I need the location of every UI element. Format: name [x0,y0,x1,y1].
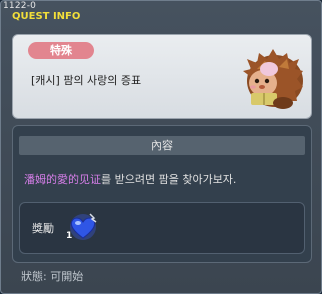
reward-box: 獎勵 1 [19,202,305,254]
content-panel: 內容 潘姆的愛的见证를 받으려면 팜을 찾아가보자. 獎勵 1 [12,125,312,263]
highlight-text: 潘姆的愛的见证 [24,173,101,186]
quest-info-window: 1122-0 QUEST INFO 特殊 [캐시] 팜의 사랑의 증표 內容 潘… [0,0,322,294]
hedgehog-npc-icon [243,49,303,109]
quest-name: [캐시] 팜의 사랑의 증표 [31,74,142,87]
category-badge: 特殊 [28,42,94,59]
quest-description: 潘姆的愛的见证를 받으려면 팜을 찾아가보자. [24,171,236,187]
quest-id: 1122-0 [3,1,37,11]
description-text: 를 받으려면 팜을 찾아가보자. [101,173,237,186]
content-header: 內容 [19,136,305,155]
quest-header-panel: 特殊 [캐시] 팜의 사랑의 증표 [12,34,312,119]
reward-label: 獎勵 [32,222,54,235]
quest-status: 狀態: 可開始 [21,270,84,283]
reward-count: 1 [66,231,73,241]
window-title: QUEST INFO [12,11,81,22]
